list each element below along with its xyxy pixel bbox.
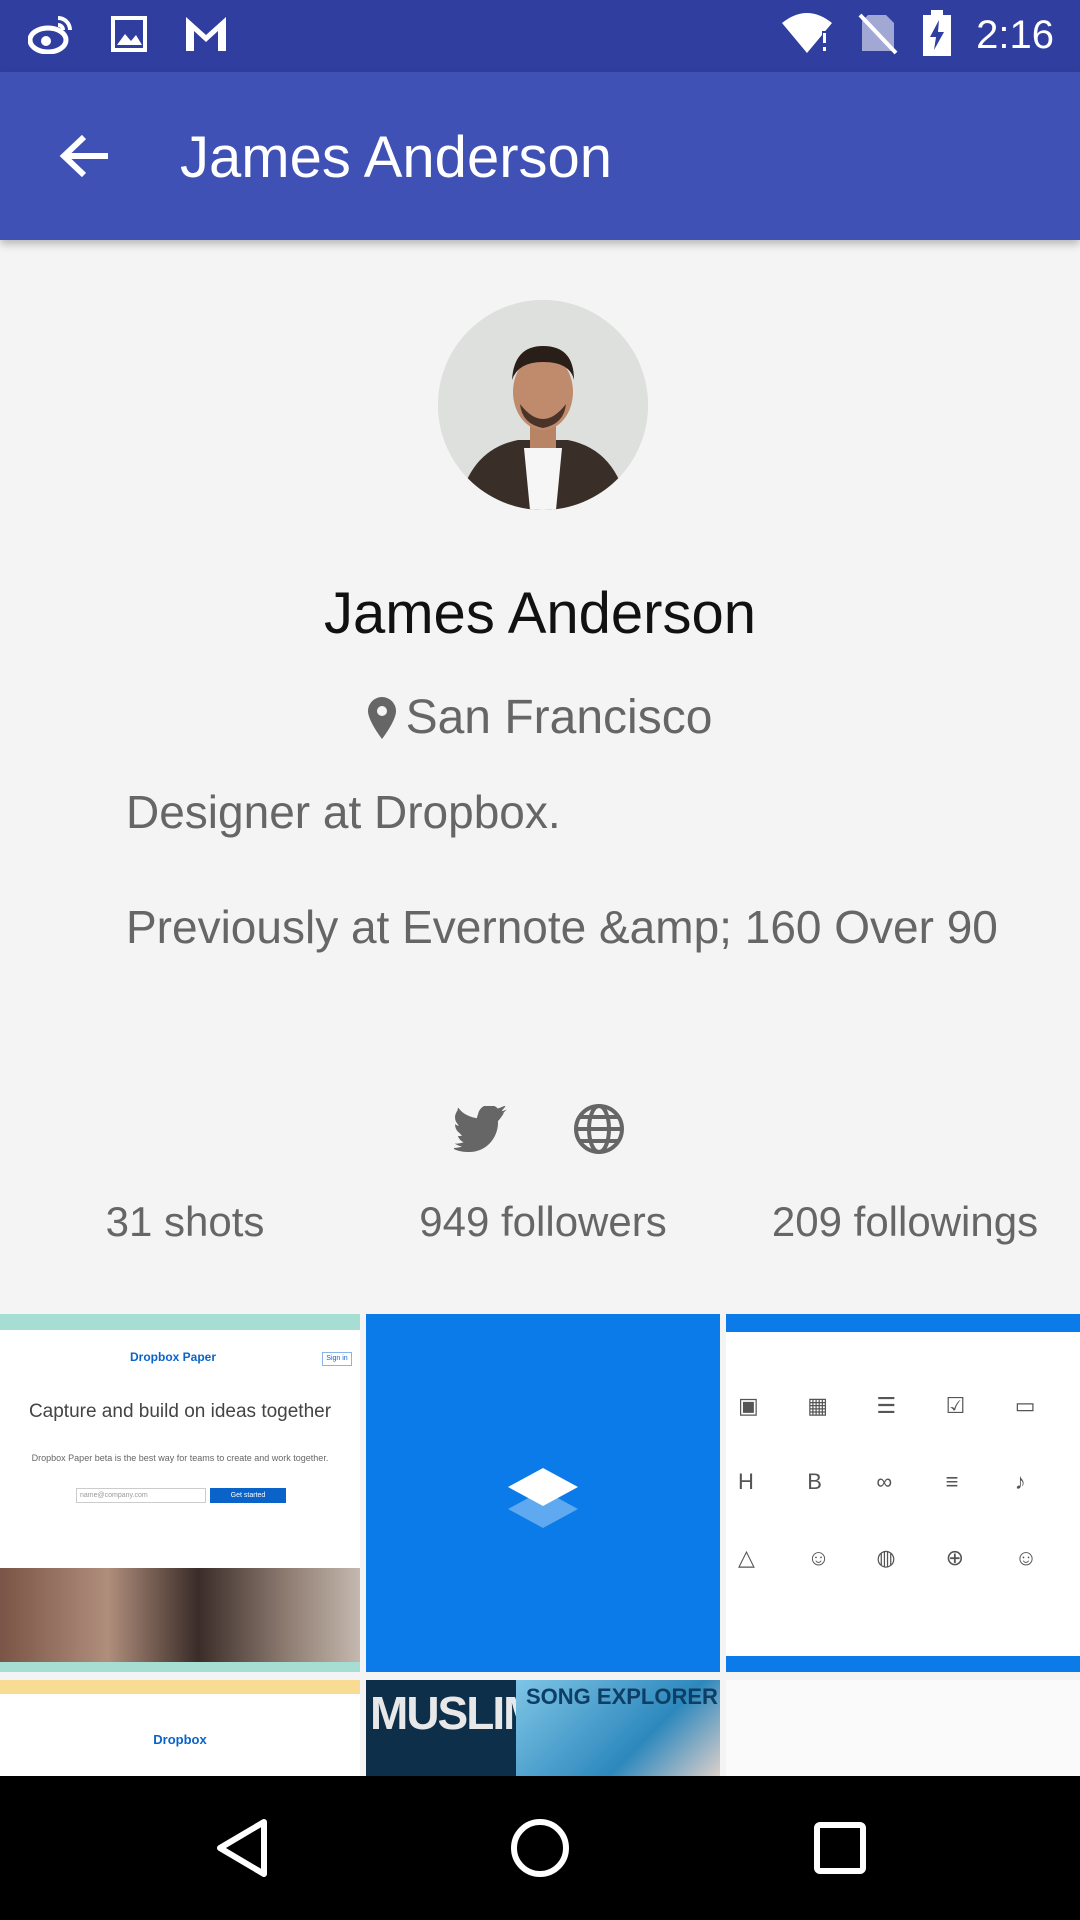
followings-count[interactable]: 209 followings <box>755 1198 1055 1246</box>
image-icon: ▣ <box>738 1393 759 1418</box>
page-title: James Anderson <box>180 125 613 190</box>
twitter-icon <box>454 1106 507 1152</box>
shot-thumbnail[interactable]: MUSLIM SONG EXPLORER <box>366 1680 720 1776</box>
status-bar: 2:16 <box>0 0 1080 72</box>
stats-row: 31 shots 949 followers 209 followings <box>0 1198 1080 1258</box>
list-icon: ☰ <box>876 1393 897 1418</box>
table-icon: ▦ <box>807 1393 828 1418</box>
battery-charging-icon <box>922 10 952 61</box>
align-icon: ≡ <box>945 1469 959 1494</box>
shot-subtitle-text: SONG EXPLORER <box>526 1684 718 1709</box>
link-icon: ∞ <box>876 1469 893 1494</box>
shot-headline: Capture and build on ideas together <box>28 1401 332 1422</box>
shot-thumbnail[interactable]: Dropbox Paper Sign in Capture and build … <box>0 1314 360 1672</box>
bold-icon: B <box>807 1469 822 1494</box>
arrow-back-icon <box>59 134 108 178</box>
wifi-icon <box>780 11 834 60</box>
triangle-icon: △ <box>738 1545 755 1570</box>
nav-recents-button[interactable] <box>804 1812 876 1884</box>
smiley-icon: ☺ <box>1014 1545 1038 1570</box>
location-pin-icon <box>367 696 396 739</box>
checkbox-icon: ☑ <box>945 1393 966 1418</box>
shot-photo <box>0 1568 360 1664</box>
shot-thumbnail[interactable] <box>366 1314 720 1672</box>
profile-name: James Anderson <box>323 581 757 646</box>
shot-get-started: Get started <box>210 1488 286 1503</box>
shots-count[interactable]: 31 shots <box>85 1198 285 1246</box>
dropbox-logo: Dropbox <box>153 1732 207 1747</box>
shot-thumbnail[interactable]: Dropbox <box>0 1680 360 1776</box>
shot-subtext: Dropbox Paper beta is the best way for t… <box>31 1453 329 1463</box>
shot-placeholder <box>726 1680 1080 1776</box>
nav-back-icon <box>217 1819 267 1877</box>
bio-line-1: Designer at Dropbox. <box>126 786 561 838</box>
shots-grid: Dropbox Paper Sign in Capture and build … <box>0 1314 1080 1776</box>
no-sim-icon <box>858 11 898 60</box>
comment-icon: ▭ <box>1014 1393 1036 1418</box>
editor-icon-grid: ▣ ▦ ☰ ☑ ▭ H B ∞ ≡ ♪ △ ☺ ◍ ⊕ ☺ <box>734 1392 1080 1572</box>
image-icon <box>110 15 148 58</box>
avatar[interactable] <box>438 300 648 510</box>
status-time: 2:16 <box>976 13 1054 57</box>
ball-icon: ⊕ <box>945 1545 965 1570</box>
weibo-icon <box>27 14 74 59</box>
dropbox-paper-icon <box>508 1468 578 1528</box>
globe-icon <box>574 1104 624 1154</box>
nav-home-button[interactable] <box>504 1812 576 1884</box>
profile-header: James Anderson San Francisco Designer at… <box>0 240 1080 1312</box>
heading-icon: H <box>738 1469 754 1494</box>
social-links <box>0 1100 1080 1158</box>
navigation-bar <box>0 1776 1080 1920</box>
bell-icon: ♪ <box>1014 1469 1026 1494</box>
shot-thumbnail[interactable]: ▣ ▦ ☰ ☑ ▭ H B ∞ ≡ ♪ △ ☺ ◍ ⊕ ☺ <box>726 1314 1080 1672</box>
drop-icon: ◍ <box>876 1545 896 1570</box>
location-text: San Francisco <box>405 691 713 744</box>
shot-title-text: MUSLIM <box>370 1687 541 1739</box>
website-link[interactable] <box>570 1100 628 1158</box>
back-button[interactable] <box>50 122 118 190</box>
nav-back-button[interactable] <box>206 1812 278 1884</box>
app-bar: James Anderson <box>0 72 1080 240</box>
twitter-link[interactable] <box>452 1100 510 1158</box>
nav-home-icon <box>511 1819 569 1877</box>
location: San Francisco <box>0 690 1080 745</box>
sign-in-label: Sign in <box>322 1352 352 1366</box>
followers-count[interactable]: 949 followers <box>403 1198 683 1246</box>
gmail-icon <box>184 15 228 58</box>
cat-icon: ☺ <box>807 1545 830 1570</box>
nav-recents-icon <box>814 1822 866 1874</box>
dropbox-paper-logo: Dropbox Paper <box>130 1350 217 1364</box>
bio-line-2: Previously at Evernote &amp; 160 Over 90 <box>126 901 998 953</box>
shot-email-field: name@company.com <box>76 1488 206 1503</box>
